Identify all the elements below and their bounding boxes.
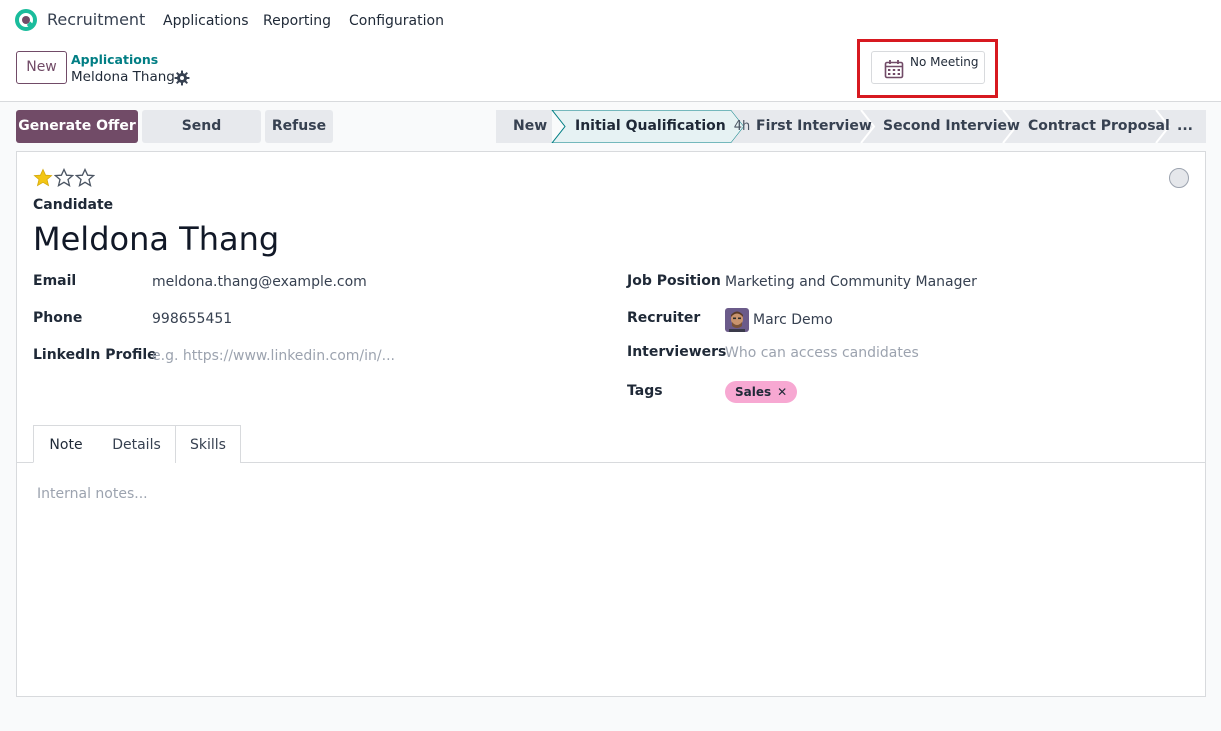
internal-notes-input[interactable]: Internal notes...: [37, 486, 148, 502]
star-empty-icon[interactable]: [54, 168, 74, 188]
star-empty-icon[interactable]: [75, 168, 95, 188]
menu-configuration[interactable]: Configuration: [349, 13, 444, 29]
stage-new[interactable]: New: [513, 110, 547, 143]
star-filled-icon[interactable]: [33, 168, 53, 188]
tab-note[interactable]: Note: [33, 425, 99, 463]
interviewers-field[interactable]: Who can access candidates: [725, 345, 919, 361]
close-icon[interactable]: ✕: [777, 385, 787, 399]
calendar-icon: [884, 60, 904, 79]
recruiter-label: Recruiter: [627, 310, 701, 326]
top-navbar: Recruitment Applications Reporting Confi…: [0, 0, 1221, 42]
stage-more[interactable]: ...: [1177, 110, 1193, 143]
gear-icon[interactable]: [174, 70, 190, 86]
breadcrumb-applications[interactable]: Applications: [71, 52, 158, 67]
refuse-button[interactable]: Refuse: [265, 110, 333, 143]
app-name[interactable]: Recruitment: [47, 10, 145, 29]
tab-details[interactable]: Details: [98, 425, 176, 463]
candidate-name[interactable]: Meldona Thang: [33, 220, 279, 258]
tag-sales[interactable]: Sales ✕: [725, 381, 798, 403]
job-position-label: Job Position: [627, 273, 721, 289]
recruiter-field[interactable]: Marc Demo: [753, 312, 833, 328]
new-button[interactable]: New: [16, 51, 67, 84]
meeting-label: No Meeting: [910, 55, 979, 69]
candidate-label: Candidate: [33, 197, 114, 213]
stage-initial-qualification-label: Initial Qualification: [575, 118, 726, 134]
stage-second-interview[interactable]: Second Interview: [883, 110, 1020, 143]
menu-reporting[interactable]: Reporting: [263, 13, 331, 29]
generate-offer-button[interactable]: Generate Offer: [16, 110, 138, 143]
job-position-field[interactable]: Marketing and Community Manager: [725, 274, 977, 290]
app-logo-icon[interactable]: [15, 9, 37, 31]
phone-field[interactable]: 998655451: [152, 311, 232, 327]
stage-duration: 4h: [733, 119, 751, 134]
meeting-button[interactable]: No Meeting: [871, 51, 985, 84]
avatar-image: [725, 308, 749, 332]
tags-label: Tags: [627, 383, 663, 399]
form-sheet: Candidate Meldona Thang Email meldona.th…: [16, 151, 1206, 697]
email-label: Email: [33, 273, 77, 289]
tag-label: Sales: [735, 385, 772, 399]
stage-initial-qualification[interactable]: Initial Qualification 4h: [575, 110, 750, 143]
stage-statusbar: New Initial Qualification 4h First Interv…: [496, 110, 1206, 143]
avatar: [725, 308, 749, 332]
linkedin-label: LinkedIn Profile: [33, 347, 157, 363]
control-panel: New Applications Meldona Thang: [0, 42, 1221, 102]
stage-first-interview[interactable]: First Interview: [756, 110, 872, 143]
linkedin-field[interactable]: e.g. https://www.linkedin.com/in/...: [152, 348, 395, 364]
tab-skills[interactable]: Skills: [175, 425, 241, 463]
send-interview-button[interactable]: Send Interview: [142, 110, 261, 167]
menu-applications[interactable]: Applications: [163, 13, 249, 29]
breadcrumb-current: Meldona Thang: [71, 69, 175, 85]
phone-label: Phone: [33, 310, 83, 326]
interviewers-label: Interviewers: [627, 344, 727, 360]
email-field[interactable]: meldona.thang@example.com: [152, 274, 367, 290]
kanban-state-toggle[interactable]: [1169, 168, 1189, 188]
stage-contract-proposal[interactable]: Contract Proposal: [1028, 110, 1170, 143]
